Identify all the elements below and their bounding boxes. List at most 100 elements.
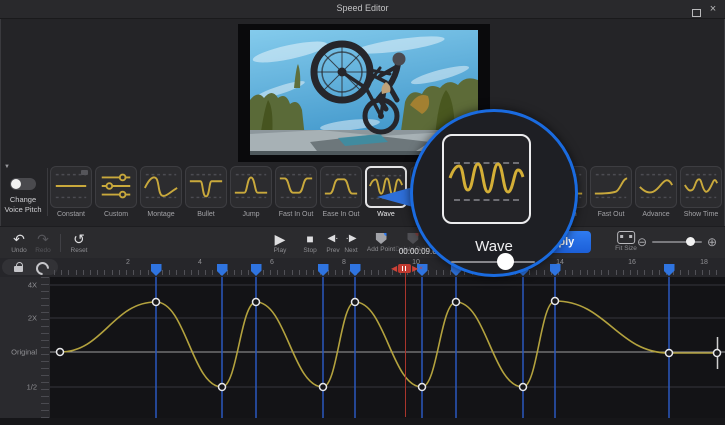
keyframe-point[interactable] — [666, 350, 673, 357]
montage-curve-icon — [142, 167, 180, 205]
prev-icon: ◀· — [326, 231, 339, 247]
stop-button[interactable]: ■ Stop — [303, 231, 316, 254]
ruler-tick — [688, 270, 689, 275]
ruler-tick — [241, 270, 242, 275]
keyframe-point[interactable] — [352, 299, 359, 306]
ruler-tick — [90, 270, 91, 275]
lock-icon[interactable] — [14, 262, 23, 272]
preset-label: Fast Out — [590, 211, 632, 218]
custom-curve-icon — [97, 167, 135, 205]
add-dot-icon — [384, 230, 390, 236]
speed-editor-window: Speed Editor × — [0, 0, 725, 425]
preset-custom[interactable]: Custom — [95, 166, 137, 224]
preset-thumbnail[interactable] — [680, 166, 722, 208]
play-button[interactable]: ▶ Play — [274, 231, 287, 254]
redo-button[interactable]: ↷ Redo — [35, 231, 51, 254]
fit-size-button[interactable]: Fit Size — [615, 229, 637, 252]
keyframe-point[interactable] — [253, 299, 260, 306]
keyframe-flag-marker[interactable] — [251, 264, 262, 276]
preset-label: Wave — [365, 211, 407, 218]
ruler-tick — [364, 270, 365, 275]
keyframe-point[interactable] — [57, 349, 64, 356]
preset-jump[interactable]: Jump — [230, 166, 272, 224]
ruler-tick — [126, 270, 127, 275]
keyframe-point[interactable] — [320, 384, 327, 391]
voice-pitch-toggle[interactable] — [10, 178, 36, 190]
preset-thumbnail[interactable] — [635, 166, 677, 208]
keyframe-point[interactable] — [219, 384, 226, 391]
preset-thumbnail[interactable] — [50, 166, 92, 208]
preset-montage[interactable]: Montage — [140, 166, 182, 224]
keyframe-point[interactable] — [419, 384, 426, 391]
ruler-tick — [702, 270, 703, 275]
prev-label: Prev — [326, 247, 339, 254]
preset-thumbnail[interactable] — [320, 166, 362, 208]
ruler-tick — [637, 270, 638, 275]
ruler-tick — [140, 270, 141, 275]
divider — [60, 234, 61, 252]
close-button[interactable]: × — [706, 4, 720, 15]
ruler-tick — [601, 270, 602, 275]
preset-thumbnail[interactable] — [95, 166, 137, 208]
preset-thumbnail[interactable] — [230, 166, 272, 208]
preset-show-time[interactable]: Show Time — [680, 166, 722, 224]
reset-button[interactable]: ↺ Reset — [71, 231, 88, 254]
ruler-tick — [529, 270, 530, 275]
speed-label-1-2: 1/2 — [27, 383, 37, 392]
preset-advance[interactable]: Advance — [635, 166, 677, 224]
preset-fast-out[interactable]: Fast Out — [590, 166, 632, 224]
ruler-number: 16 — [628, 259, 636, 266]
keyframe-point[interactable] — [153, 299, 160, 306]
next-button[interactable]: ·▶ Next — [344, 231, 357, 254]
next-icon: ·▶ — [344, 231, 357, 247]
preset-thumbnail[interactable] — [590, 166, 632, 208]
voice-pitch-label-1: Change — [0, 195, 46, 204]
playhead-grip-icon — [398, 264, 411, 273]
keyframe-point[interactable] — [714, 350, 721, 357]
timeline-ruler[interactable]: 24681012141618 — [0, 258, 725, 277]
ruler-tick — [385, 270, 386, 275]
ruler-tick — [270, 270, 271, 275]
preset-thumbnail[interactable] — [275, 166, 317, 208]
preset-thumbnail[interactable] — [140, 166, 182, 208]
ruler-number: 4 — [198, 259, 202, 266]
magnifier-slider-knob[interactable] — [497, 253, 514, 270]
ruler-tick — [119, 270, 120, 275]
undo-button[interactable]: ↶ Undo — [11, 231, 27, 254]
preset-ease-in-out[interactable]: Ease In Out — [320, 166, 362, 224]
zoom-slider-knob[interactable] — [686, 237, 695, 246]
ruler-tick — [292, 270, 293, 275]
preset-bullet[interactable]: Bullet — [185, 166, 227, 224]
ruler-tick — [616, 270, 617, 275]
zoom-in-icon[interactable]: ⊕ — [707, 235, 717, 249]
preset-label: Bullet — [185, 211, 227, 218]
maximize-button[interactable] — [689, 4, 703, 15]
collapse-triangle-icon[interactable]: ▼ — [4, 164, 10, 170]
toggle-knob — [11, 179, 21, 189]
preset-constant[interactable]: Constant — [50, 166, 92, 224]
ruler-tick — [191, 270, 192, 275]
speed-scale-column: 4X2XOriginal1/2 — [0, 277, 51, 418]
keyframe-flag-marker[interactable] — [151, 264, 162, 276]
zoom-out-icon[interactable]: ⊖ — [637, 235, 647, 249]
curve-mode-icon[interactable] — [33, 259, 51, 277]
prev-button[interactable]: ◀· Prev — [326, 231, 339, 254]
preset-fast-in-out[interactable]: Fast In Out — [275, 166, 317, 224]
playhead-line[interactable] — [405, 269, 406, 417]
ruler-tick — [572, 270, 573, 275]
keyframe-point[interactable] — [520, 384, 527, 391]
playhead-marker[interactable]: ◀ ▶ × — [391, 263, 423, 274]
ruler-tick — [378, 270, 379, 275]
vertical-ruler — [41, 277, 49, 418]
ruler-tick — [544, 270, 545, 275]
preset-thumbnail[interactable] — [185, 166, 227, 208]
keyframe-flag-marker[interactable] — [350, 264, 361, 276]
playhead-left-chevron-icon: ◀ — [391, 263, 397, 274]
speed-curve-graph[interactable] — [50, 277, 725, 418]
keyframe-point[interactable] — [552, 298, 559, 305]
reset-icon: ↺ — [71, 231, 88, 247]
magnifier-slider-track[interactable] — [451, 261, 535, 263]
keyframe-point[interactable] — [453, 299, 460, 306]
ruler-tick — [306, 270, 307, 275]
ruler-tick — [623, 270, 624, 275]
